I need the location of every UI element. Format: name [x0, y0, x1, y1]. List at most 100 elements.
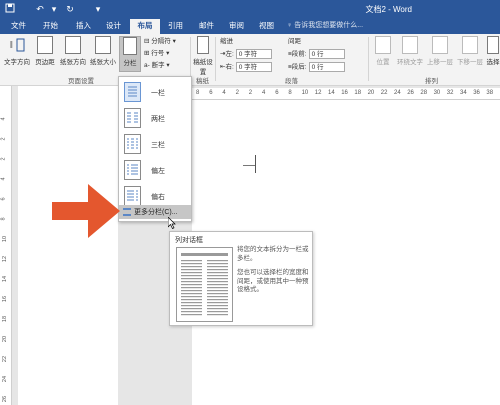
margins-icon	[37, 36, 53, 54]
indent-right-field[interactable]: 0 字符	[235, 62, 272, 72]
ruler-tick-label: 10	[2, 235, 9, 243]
ruler-tick-label: 34	[460, 90, 467, 96]
margins-button[interactable]: 页边距	[32, 36, 58, 66]
columns-option-left[interactable]: 偏左	[119, 157, 191, 183]
orange-arrow-icon	[52, 184, 120, 238]
spacing-after-field[interactable]: 0 行	[308, 62, 345, 72]
two-columns-icon	[124, 108, 141, 128]
ruler-tick-label: 28	[420, 90, 428, 96]
ruler-tick-label: 2	[0, 157, 7, 161]
position-icon	[375, 36, 391, 54]
bring-forward-button[interactable]: 上移一层	[425, 36, 455, 66]
indent-left-field[interactable]: 0 字符	[235, 49, 272, 59]
orientation-button[interactable]: 纸张方向	[58, 36, 88, 66]
tooltip-paragraph-2: 您也可以选择栏的宽度和间距，或使用其中一种预设格式。	[237, 269, 309, 294]
text-direction-button[interactable]: ǁ 文字方向	[2, 36, 32, 66]
send-backward-icon	[462, 36, 478, 54]
columns-preview-thumbnail	[176, 247, 233, 322]
columns-option-one[interactable]: 一栏	[119, 79, 191, 105]
page-size-icon	[95, 36, 111, 54]
vertical-ruler: 4 2 2 4 6 8 10 12 14 16 18 20 22 24 26	[0, 86, 12, 405]
tab-design[interactable]: 设计	[103, 19, 124, 34]
tab-review[interactable]: 审阅	[226, 19, 247, 34]
orientation-icon	[65, 36, 81, 54]
ruler-tick-label: 14	[328, 90, 335, 96]
wrap-text-icon	[402, 36, 418, 54]
svg-text:ǁ: ǁ	[10, 40, 13, 51]
ruler-tick-label: 22	[380, 90, 388, 96]
ruler-tick-label: 4	[262, 90, 266, 96]
left-column-icon	[124, 160, 141, 180]
document-page-left	[18, 86, 118, 405]
tooltip-title: 列对话框	[175, 237, 203, 244]
spacing-before-field[interactable]: 0 行	[308, 49, 345, 59]
breaks-button[interactable]: ⊟ 分隔符 ▾	[144, 37, 176, 47]
tab-home[interactable]: 开始	[40, 19, 61, 34]
tell-me-box[interactable]: ♀ 告诉我您想要做什么...	[287, 20, 363, 32]
three-columns-icon	[124, 134, 141, 154]
ruler-tick-label: 38	[486, 90, 494, 96]
tab-view[interactable]: 视图	[256, 19, 277, 34]
manuscript-group-label: 稿纸	[196, 78, 209, 85]
columns-option-three[interactable]: 三栏	[119, 131, 191, 157]
ruler-tick-label: 16	[2, 295, 9, 303]
tab-mailings[interactable]: 邮件	[196, 19, 217, 34]
ruler-tick-label: 8	[288, 90, 292, 96]
horizontal-ruler: 8 6 4 2 2 4 6 8 10 12 14 16 18 20 22 24 26 28 30 32 34 36 38	[192, 88, 500, 100]
hyphenation-icon: a-	[144, 62, 150, 69]
arrange-group-label: 排列	[425, 78, 438, 85]
ruler-tick-label: 24	[2, 375, 9, 383]
tab-insert[interactable]: 插入	[73, 19, 94, 34]
tab-references[interactable]: 引用	[165, 19, 186, 34]
ruler-tick-label: 26	[2, 395, 9, 403]
tab-layout[interactable]: 布局	[130, 19, 160, 34]
selection-pane-button[interactable]: 选择	[486, 36, 500, 66]
ruler-tick-label: 22	[2, 355, 9, 363]
columns-option-two[interactable]: 两栏	[119, 105, 191, 131]
ruler-tick-label: 6	[209, 90, 213, 96]
send-backward-button[interactable]: 下移一层	[455, 36, 485, 66]
ruler-tick-label: 10	[301, 90, 309, 96]
page-setup-group-label: 页面设置	[68, 78, 94, 85]
one-column-icon	[124, 82, 141, 102]
ruler-tick-label: 2	[0, 137, 7, 141]
ruler-tick-label: 32	[446, 90, 454, 96]
spacing-before-row: ≡段前: 0 行	[288, 49, 345, 60]
manuscript-settings-button[interactable]: 稿纸设置	[193, 36, 213, 76]
ruler-tick-label: 30	[433, 90, 441, 96]
tell-me-text: 告诉我您想要做什么...	[294, 22, 364, 29]
breaks-icon: ⊟	[144, 38, 150, 45]
ruler-tick-label: 36	[473, 90, 480, 96]
size-button[interactable]: 纸张大小	[88, 36, 118, 66]
text-direction-icon: ǁ	[9, 36, 25, 54]
ruler-tick-label: 4	[0, 177, 7, 181]
more-columns-icon	[123, 208, 131, 216]
tab-file[interactable]: 文件	[8, 19, 29, 34]
tooltip-body: 将您的文本拆分为一栏或多栏。 您也可以选择栏的宽度和间距，或使用其中一种预设格式…	[237, 246, 311, 301]
ruler-tick-label: 8	[196, 90, 200, 96]
line-numbers-button[interactable]: ⊞ 行号 ▾	[144, 49, 169, 59]
selection-pane-icon	[487, 36, 499, 54]
columns-dropdown-menu: 一栏 两栏 三栏 偏左 偏右 更多分栏(C)...	[118, 76, 192, 222]
hyphenation-button[interactable]: a- 断字 ▾	[144, 61, 170, 71]
ribbon: ǁ 文字方向 页边距 纸张方向 纸张大小 分栏 ⊟ 分隔符 ▾ ⊞ 行号 ▾ a…	[0, 34, 500, 86]
ribbon-tabs: 文件 开始 插入 设计 布局 引用 邮件 审阅 视图 ♀ 告诉我您想要做什么..…	[0, 18, 500, 34]
ruler-tick-label: 20	[367, 90, 375, 96]
indent-header: 缩进	[220, 38, 233, 45]
ruler-tick-label: 4	[0, 117, 7, 121]
wrap-text-button[interactable]: 环绕文字	[395, 36, 425, 66]
bring-forward-icon	[432, 36, 448, 54]
ruler-tick-label: 2	[248, 90, 253, 96]
ruler-tick-label: 6	[0, 197, 7, 201]
text-cursor	[255, 155, 256, 173]
ruler-tick-label: 16	[341, 90, 348, 96]
spacing-header: 间距	[288, 38, 301, 45]
ruler-tick-label: 14	[2, 275, 9, 283]
more-columns-button[interactable]: 更多分栏(C)...	[119, 205, 191, 219]
right-column-icon	[124, 186, 141, 206]
ruler-tick-label: 24	[394, 90, 401, 96]
columns-button[interactable]: 分栏	[119, 36, 141, 72]
ruler-tick-label: 12	[2, 255, 9, 263]
position-button[interactable]: 位置	[372, 36, 394, 66]
indent-left-row: ⇥左: 0 字符	[220, 49, 272, 60]
